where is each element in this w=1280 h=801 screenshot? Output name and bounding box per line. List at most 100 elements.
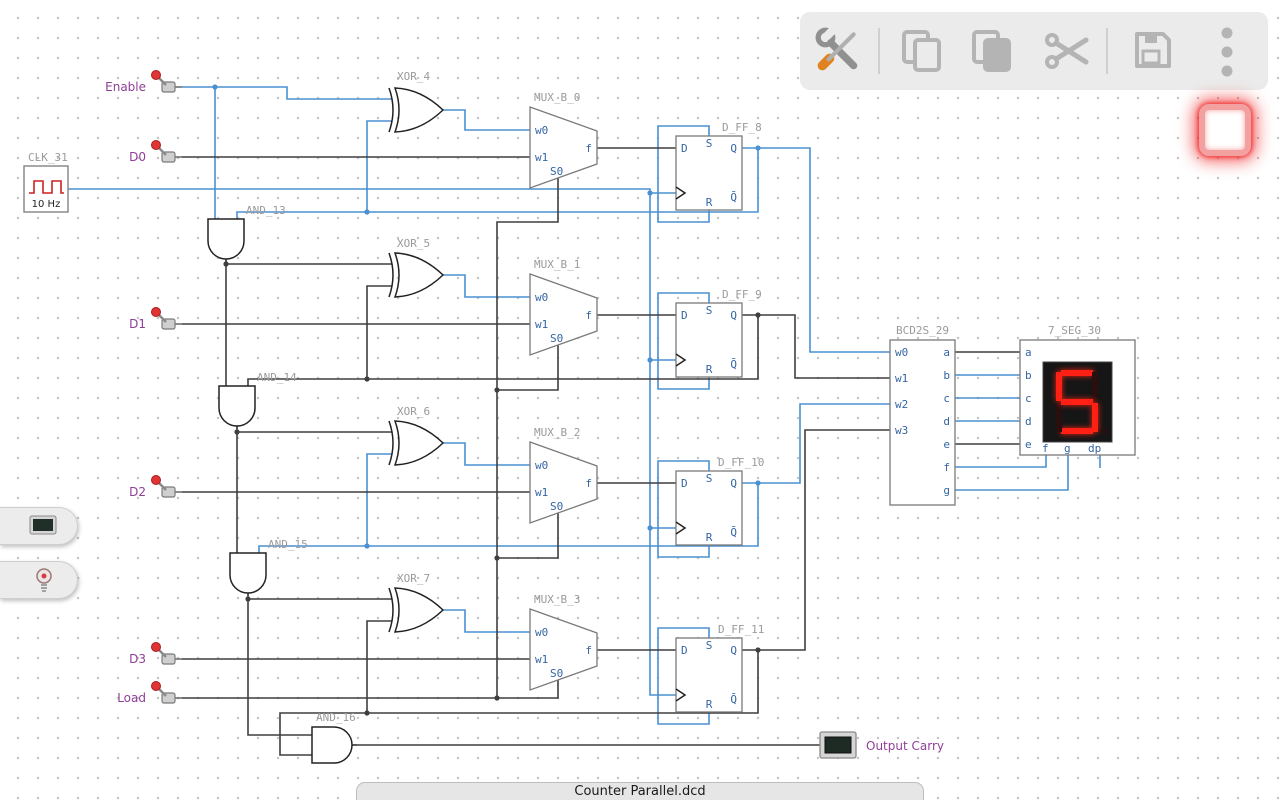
copy-button[interactable] <box>900 29 944 73</box>
pin-label: S0 <box>550 332 563 345</box>
cut-button[interactable] <box>1044 31 1090 71</box>
scissors-icon <box>1045 33 1089 69</box>
pin-label: b <box>943 369 950 382</box>
pin-label: D <box>681 644 688 657</box>
gate-label: AND_14 <box>257 371 297 384</box>
toolbar <box>800 12 1268 90</box>
pin-label: S0 <box>550 500 563 513</box>
wire <box>443 109 530 131</box>
customise-button[interactable] <box>814 24 862 74</box>
switch-load[interactable]: Load <box>117 680 184 706</box>
gate-label: XOR_4 <box>397 70 430 83</box>
pin-label: f <box>585 477 592 490</box>
pin-label: D <box>681 477 688 490</box>
ff-label: D_FF_10 <box>718 456 764 469</box>
pin-label: Q <box>730 309 737 322</box>
seven-segment-display[interactable]: 7_SEG_30 a b c d e f g dp <box>1019 324 1136 456</box>
d-flipflop-8[interactable]: D_FF_8 D S Q R Q̄ <box>675 121 762 211</box>
mux-b-3[interactable]: MUX_B_3 w0 w1 S0 f <box>529 593 598 691</box>
pin-label: Q <box>730 644 737 657</box>
bcd-decoder[interactable]: BCD2S_29 w0 w1 w2 w3 a b c d e f g <box>889 324 956 506</box>
xor-gate-6[interactable]: XOR_6 <box>388 405 445 466</box>
pin-label: b <box>1025 369 1032 382</box>
pin-label: R <box>706 196 713 209</box>
mux-label: MUX_B_2 <box>534 426 580 439</box>
d0-label: D0 <box>129 150 146 164</box>
xor-gate-7[interactable]: XOR_7 <box>388 572 445 633</box>
pin-label: dp <box>1088 442 1101 455</box>
palette-item-display[interactable] <box>0 507 78 545</box>
output-carry-display[interactable]: Output Carry <box>819 731 944 759</box>
mux-label: MUX_B_0 <box>534 91 580 104</box>
pin-label: w0 <box>535 626 548 639</box>
stop-simulation-button[interactable] <box>1199 104 1251 156</box>
pin-label: Q̄ <box>730 358 737 371</box>
and-gate-16[interactable]: AND_16 <box>311 711 357 764</box>
save-button[interactable] <box>1132 29 1174 71</box>
ff-label: D_FF_9 <box>722 288 762 301</box>
pin-label: D <box>681 142 688 155</box>
clock-component[interactable]: CLK_31 10 Hz <box>23 151 69 213</box>
circuit-canvas: CLK_31 10 Hz Enable D0 D1 D2 D3 Load XOR… <box>23 69 1136 764</box>
wire <box>443 442 530 466</box>
switch-d2[interactable]: D2 <box>129 474 184 500</box>
pin-label: e <box>1025 438 1032 451</box>
toolbar-separator <box>878 28 880 74</box>
d-flipflop-10[interactable]: D_FF_10 D S Q R Q̄ <box>675 456 764 546</box>
mux-b-2[interactable]: MUX_B_2 w0 w1 S0 f <box>529 426 598 524</box>
and-gate-15[interactable]: AND_15 <box>229 538 308 596</box>
d1-label: D1 <box>129 317 146 331</box>
display-label: 7_SEG_30 <box>1048 324 1101 337</box>
paste-button[interactable] <box>970 29 1014 73</box>
switch-enable[interactable]: Enable <box>105 69 184 95</box>
and-gate-13[interactable]: AND_13 <box>207 204 286 262</box>
wire <box>955 455 1047 468</box>
ff-label: D_FF_8 <box>722 121 762 134</box>
pin-label: S <box>706 639 713 652</box>
d-flipflop-9[interactable]: D_FF_9 D S Q R Q̄ <box>675 288 762 378</box>
paste-icon <box>972 30 1011 72</box>
pin-label: d <box>943 415 950 428</box>
gate-label: AND_15 <box>268 538 308 551</box>
xor-gate-4[interactable]: XOR_4 <box>388 70 445 133</box>
ff-label: D_FF_11 <box>718 623 764 636</box>
load-label: Load <box>117 691 146 705</box>
wire <box>497 513 559 559</box>
wire <box>742 403 890 484</box>
mux-b-1[interactable]: MUX_B_1 w0 w1 S0 f <box>529 258 598 356</box>
file-tab[interactable]: Counter Parallel.dcd <box>356 782 924 800</box>
wire <box>742 147 890 353</box>
and-gate-14[interactable]: AND_14 <box>218 371 297 429</box>
gate-label: XOR_7 <box>397 572 430 585</box>
wire <box>366 453 392 546</box>
pin-label: Q̄ <box>730 526 737 539</box>
wire <box>68 188 676 696</box>
switch-d0[interactable]: D0 <box>129 139 184 165</box>
pin-label: Q <box>730 477 737 490</box>
gate-label: XOR_5 <box>397 237 430 250</box>
wire <box>443 609 530 633</box>
pin-label: g <box>943 484 950 497</box>
wire <box>182 680 559 699</box>
d3-label: D3 <box>129 652 146 666</box>
pin-label: w1 <box>535 486 548 499</box>
pin-label: w1 <box>535 318 548 331</box>
d-flipflop-11[interactable]: D_FF_11 D S Q R Q̄ <box>675 623 764 713</box>
switch-d1[interactable]: D1 <box>129 306 184 332</box>
gate-label: XOR_6 <box>397 405 430 418</box>
palette-item-bulb[interactable] <box>0 561 78 599</box>
pin-label: w0 <box>535 124 548 137</box>
switch-d3[interactable]: D3 <box>129 641 184 667</box>
bulb-icon <box>35 568 52 592</box>
toolbar-separator <box>1106 28 1108 74</box>
mux-b-0[interactable]: MUX_B_0 w0 w1 S0 f <box>529 91 598 189</box>
wire <box>366 285 392 379</box>
gate-label: AND_16 <box>316 711 356 724</box>
pin-label: f <box>585 142 592 155</box>
wire <box>366 120 392 212</box>
menu-button[interactable] <box>1220 26 1234 78</box>
xor-gate-5[interactable]: XOR_5 <box>388 237 445 298</box>
pin-label: w0 <box>535 291 548 304</box>
pin-label: e <box>943 438 950 451</box>
pin-label: a <box>1025 346 1032 359</box>
